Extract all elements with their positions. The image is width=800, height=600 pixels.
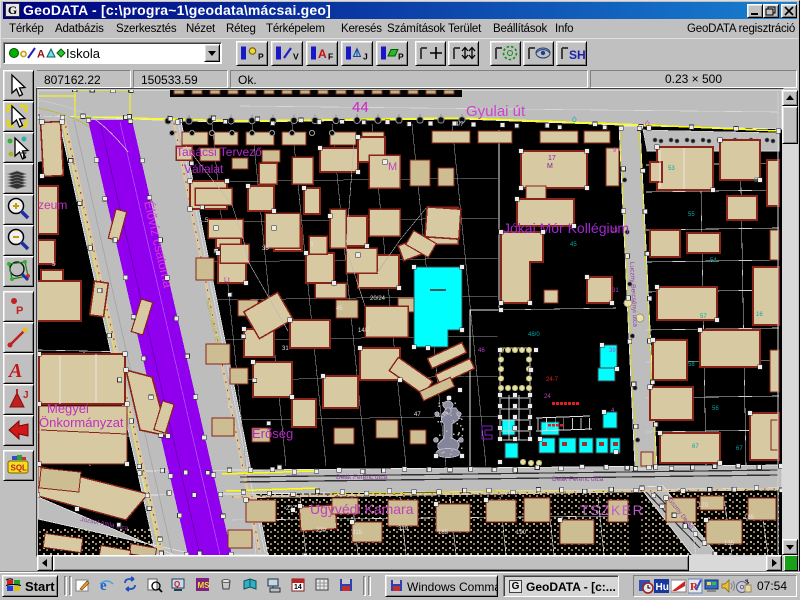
svg-text:P: P — [398, 52, 404, 62]
svg-text:Hu: Hu — [656, 582, 669, 593]
svg-text:24: 24 — [544, 394, 551, 400]
svg-text:Gyulai út: Gyulai út — [466, 103, 526, 120]
svg-text:319: 319 — [398, 526, 409, 532]
svg-text:14/7: 14/7 — [358, 328, 370, 334]
svg-text:35: 35 — [262, 246, 269, 252]
svg-text:SQL: SQL — [11, 464, 28, 473]
svg-text:45: 45 — [336, 306, 343, 312]
svg-text:45: 45 — [570, 242, 577, 248]
svg-text:M: M — [547, 163, 553, 170]
svg-text:135: 135 — [724, 541, 735, 547]
svg-text:230: 230 — [316, 528, 327, 534]
svg-text:57: 57 — [700, 314, 707, 320]
svg-text:44: 44 — [352, 99, 369, 116]
svg-text:54: 54 — [710, 258, 717, 264]
svg-text:Deák Ferenc utca: Deák Ferenc utca — [552, 476, 604, 483]
svg-text:185: 185 — [744, 515, 755, 521]
svg-text:Lt: Lt — [228, 404, 233, 410]
svg-text:190: 190 — [516, 530, 527, 536]
svg-text:58: 58 — [688, 362, 695, 368]
svg-text:M: M — [388, 161, 397, 173]
svg-text:24-7: 24-7 — [546, 377, 559, 383]
svg-text:Önkormányzat: Önkormányzat — [39, 415, 124, 430]
svg-text:20/24: 20/24 — [370, 296, 386, 302]
svg-text:MS: MS — [198, 581, 211, 590]
svg-text:A: A — [37, 49, 45, 61]
svg-text:J: J — [23, 390, 29, 401]
svg-text:39: 39 — [609, 348, 616, 354]
svg-text:SH: SH — [569, 48, 586, 62]
svg-text:V: V — [293, 52, 299, 62]
svg-text:T: T — [21, 151, 27, 161]
svg-text:46: 46 — [478, 348, 485, 354]
svg-text:31: 31 — [612, 288, 619, 294]
svg-text:67: 67 — [692, 444, 699, 450]
svg-text:Deák Ferenc utca: Deák Ferenc utca — [336, 474, 388, 481]
svg-text:A: A — [7, 360, 22, 382]
svg-text:48/0: 48/0 — [528, 332, 540, 338]
svg-text:Tanácsi Tervező: Tanácsi Tervező — [176, 145, 262, 159]
svg-text:Megyei: Megyei — [47, 401, 89, 416]
svg-text:16: 16 — [756, 312, 763, 318]
svg-text:23: 23 — [611, 228, 618, 234]
svg-text:J: J — [363, 52, 368, 62]
svg-text:F: F — [328, 52, 333, 62]
svg-text:14: 14 — [294, 584, 302, 591]
svg-text:47: 47 — [414, 412, 421, 418]
svg-text:170: 170 — [698, 503, 709, 509]
svg-text:55: 55 — [688, 212, 695, 218]
svg-text:Ó: Ó — [572, 117, 577, 124]
svg-text:Erőség: Erőség — [252, 426, 293, 441]
svg-text:315: 315 — [352, 530, 363, 536]
svg-text:Ügyvédi Kamara: Ügyvédi Kamara — [310, 500, 414, 517]
svg-text:31: 31 — [282, 346, 289, 352]
svg-text:TSZKER: TSZKER — [580, 502, 644, 518]
svg-text:67: 67 — [736, 446, 743, 452]
svg-text:Q: Q — [174, 580, 180, 589]
svg-text:56: 56 — [712, 406, 719, 412]
svg-text:A: A — [318, 47, 327, 61]
svg-text:P: P — [16, 305, 23, 317]
svg-text:e: e — [100, 578, 107, 593]
svg-text:53: 53 — [668, 166, 675, 172]
svg-text:zeum: zeum — [38, 198, 67, 212]
svg-text:P: P — [258, 52, 264, 62]
svg-text:Lt: Lt — [224, 277, 230, 284]
svg-text:17: 17 — [548, 155, 556, 162]
svg-text:185: 185 — [438, 530, 449, 536]
